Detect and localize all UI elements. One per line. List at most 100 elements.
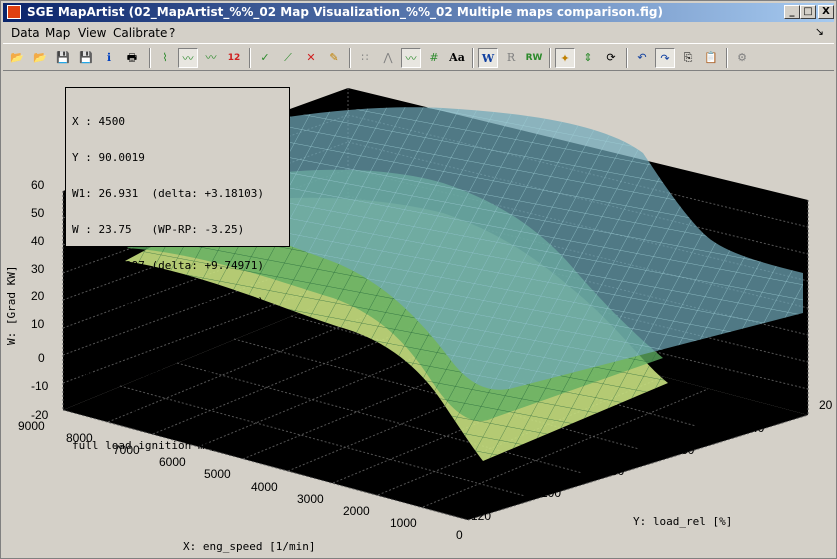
copy-icon: ⎘ [683, 51, 693, 64]
menubar-arrow-icon[interactable]: ↘ [815, 25, 824, 38]
redo-icon: ↷ [660, 52, 670, 65]
rotate-icon: ⟳ [606, 51, 616, 64]
toolbar-separator [726, 48, 728, 68]
w-tick: -10 [31, 379, 49, 393]
x-tick: 0 [456, 528, 463, 542]
delete-curve-icon: ✕ [306, 51, 316, 64]
w-tick: 20 [31, 289, 45, 303]
paste-button[interactable]: 📋 [701, 48, 721, 68]
open-folder-button[interactable]: 📂 [7, 48, 27, 68]
numeric-table-icon: 12 [227, 53, 241, 63]
toolbar-separator [549, 48, 551, 68]
grid-icon: # [429, 51, 439, 64]
plot-line-pressed-icon: 〰 [182, 52, 194, 65]
grid-button[interactable]: # [424, 48, 444, 68]
toolbar-separator [349, 48, 351, 68]
font-button[interactable]: Aa [447, 48, 467, 68]
x-tick: 4000 [251, 480, 278, 494]
print-button[interactable]: 🖶 [122, 48, 142, 68]
y-axis-label: Y: load_rel [%] [633, 515, 733, 528]
save-icon: 💾 [56, 51, 70, 64]
plot-line-alt-button[interactable]: 〰 [201, 48, 221, 68]
info-icon: ℹ [106, 51, 112, 64]
tooltip-x: X : 4500 [72, 115, 125, 128]
pan-button[interactable]: ⇕ [578, 48, 598, 68]
open-folder-alt-button[interactable]: 📂 [30, 48, 50, 68]
print-icon: 🖶 [126, 51, 138, 64]
app-icon [7, 5, 21, 19]
y-tick: 80 [611, 464, 625, 478]
y-tick: 40 [751, 421, 765, 435]
undo-icon: ↶ [637, 51, 647, 64]
open-folder-alt-icon: 📂 [33, 51, 47, 64]
info-button[interactable]: ℹ [99, 48, 119, 68]
copy-button[interactable]: ⎘ [678, 48, 698, 68]
check-curve-icon: ✓ [260, 51, 270, 64]
w-tick: 0 [38, 351, 45, 365]
delete-curve-button[interactable]: ✕ [301, 48, 321, 68]
x-tick: 1000 [390, 516, 417, 530]
pen-icon: ✎ [329, 51, 339, 64]
mesh-button[interactable]: ⋀ [378, 48, 398, 68]
w-axis-label: W: [Grad KW] [5, 265, 18, 345]
tooltip-w: W : 23.75 (WP-RP: -3.25) [72, 223, 245, 236]
toolbar: 📂 📂 💾 💾 ℹ 🖶 ⌇ 〰 〰 12 ✓ ⟋ ✕ ✎ ∷ ⋀ 〰 # Aa … [3, 43, 834, 71]
menu-calibrate[interactable]: Calibrate [113, 26, 167, 40]
pen-button[interactable]: ✎ [324, 48, 344, 68]
x-axis-label: X: eng_speed [1/min] [183, 540, 316, 553]
toolbar-separator [249, 48, 251, 68]
x-tick: 3000 [297, 492, 324, 506]
surface-icon: 〰 [405, 52, 417, 65]
rw-button[interactable]: RW [524, 48, 544, 68]
plot-line-button[interactable]: ⌇ [155, 48, 175, 68]
menu-data[interactable]: Data [11, 26, 40, 40]
title-bar[interactable]: SGE MapArtist (02_MapArtist_%%_02 Map Vi… [3, 3, 834, 22]
w-icon: W [481, 52, 495, 65]
tooltip-desc: overlay of part and [72, 403, 198, 416]
menu-map[interactable]: Map [45, 26, 70, 40]
mesh-icon: ⋀ [383, 51, 393, 64]
main-window: SGE MapArtist (02_MapArtist_%%_02 Map Vi… [0, 0, 837, 559]
w-button[interactable]: W [478, 48, 498, 68]
r-button[interactable]: R [501, 48, 521, 68]
scatter-button[interactable]: ∷ [355, 48, 375, 68]
rotate-button[interactable]: ⟳ [601, 48, 621, 68]
rw-icon: RW [525, 53, 543, 63]
r-icon: R [506, 51, 516, 64]
edit-curve-icon: ⟋ [284, 51, 292, 64]
y-tick: 120 [471, 509, 492, 523]
plot-line-pressed-button[interactable]: 〰 [178, 48, 198, 68]
font-icon: Aa [449, 51, 465, 64]
y-tick: 60 [681, 443, 695, 457]
edit-curve-button[interactable]: ⟋ [278, 48, 298, 68]
redo-button[interactable]: ↷ [655, 48, 675, 68]
settings-button[interactable]: ⚙ [732, 48, 752, 68]
undo-button[interactable]: ↶ [632, 48, 652, 68]
toolbar-separator [149, 48, 151, 68]
close-button[interactable]: X [818, 5, 834, 19]
menu-help[interactable]: ? [169, 26, 175, 40]
toolbar-separator [626, 48, 628, 68]
w-tick: 60 [31, 178, 45, 192]
open-folder-icon: 📂 [10, 51, 24, 64]
toolbar-separator [472, 48, 474, 68]
minimize-button[interactable]: _ [784, 5, 800, 19]
pointer-button[interactable]: ✦ [555, 48, 575, 68]
numeric-table-button[interactable]: 12 [224, 48, 244, 68]
surface-button[interactable]: 〰 [401, 48, 421, 68]
w-tick: 40 [31, 234, 45, 248]
save-button[interactable]: 💾 [53, 48, 73, 68]
tooltip-desc: full load ignition maps. [72, 439, 231, 452]
tooltip-w4: W4: 32.7541 (delta: +9.00408) [72, 295, 265, 308]
menu-view[interactable]: View [78, 26, 106, 40]
scatter-icon: ∷ [361, 51, 369, 64]
w-tick: 30 [31, 262, 45, 276]
pan-icon: ⇕ [583, 51, 593, 64]
y-tick: 100 [541, 486, 562, 500]
maximize-button[interactable]: □ [800, 5, 816, 19]
save-as-button[interactable]: 💾 [76, 48, 96, 68]
w-tick: 10 [31, 317, 45, 331]
data-tooltip: X : 4500 Y : 90.0019 W1: 26.931 (delta: … [65, 87, 290, 452]
pointer-icon: ✦ [560, 52, 570, 65]
check-curve-button[interactable]: ✓ [255, 48, 275, 68]
